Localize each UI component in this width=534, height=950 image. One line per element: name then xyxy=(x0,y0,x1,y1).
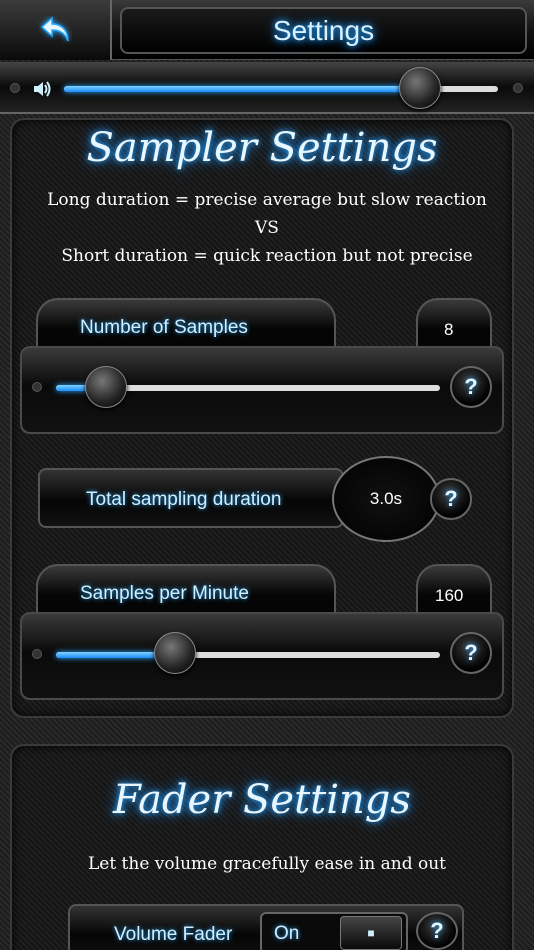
fader-description: Let the volume gracefully ease in and ou… xyxy=(87,854,447,874)
fader-settings-title: Fader Settings xyxy=(113,777,411,823)
volume-slider-fill xyxy=(64,86,420,92)
num-samples-value: 8 xyxy=(444,320,454,339)
sampler-settings-title: Sampler Settings xyxy=(86,125,438,171)
speaker-icon xyxy=(34,81,51,97)
volume-slider-knob[interactable] xyxy=(398,67,441,109)
toggle-thumb[interactable]: ■ xyxy=(340,916,402,950)
back-button[interactable] xyxy=(0,0,112,60)
total-duration-help-button[interactable]: ? xyxy=(430,478,472,520)
num-samples-left-dot xyxy=(32,382,42,392)
total-duration-value-box: 3.0s xyxy=(332,456,440,542)
sampler-description: Long duration = precise average but slow… xyxy=(10,186,524,270)
help-icon: ? xyxy=(444,486,458,511)
num-samples-slider-knob[interactable] xyxy=(84,366,127,408)
desc-line-1: Long duration = precise average but slow… xyxy=(47,190,487,210)
toggle-thumb-icon: ■ xyxy=(367,926,375,940)
spm-help-button[interactable]: ? xyxy=(450,632,492,674)
volume-fader-label: Volume Fader xyxy=(114,924,233,945)
page-title: Settings xyxy=(272,14,375,46)
volume-left-dot xyxy=(10,83,20,93)
volume-right-dot xyxy=(513,83,523,93)
help-icon: ? xyxy=(430,918,444,943)
num-samples-label: Number of Samples xyxy=(80,317,248,338)
spm-slider-track[interactable] xyxy=(56,652,440,658)
toggle-state-label: On xyxy=(274,923,300,944)
spm-slider-knob[interactable] xyxy=(154,632,197,674)
volume-fader-toggle[interactable]: On ■ xyxy=(260,912,408,950)
help-icon: ? xyxy=(464,374,478,399)
num-samples-help-button[interactable]: ? xyxy=(450,366,492,408)
total-duration-value: 3.0s xyxy=(369,489,403,508)
spm-left-dot xyxy=(32,649,42,659)
title-box: Settings xyxy=(120,7,527,54)
help-icon: ? xyxy=(464,640,478,665)
desc-vs: VS xyxy=(255,218,279,238)
volume-fader-help-button[interactable]: ? xyxy=(416,912,458,950)
desc-line-2: Short duration = quick reaction but not … xyxy=(61,246,473,266)
num-samples-value-tab xyxy=(416,298,492,348)
spm-value: 160 xyxy=(435,586,464,605)
back-arrow-icon xyxy=(40,16,69,42)
spm-label: Samples per Minute xyxy=(80,583,249,604)
total-duration-label: Total sampling duration xyxy=(86,489,282,510)
